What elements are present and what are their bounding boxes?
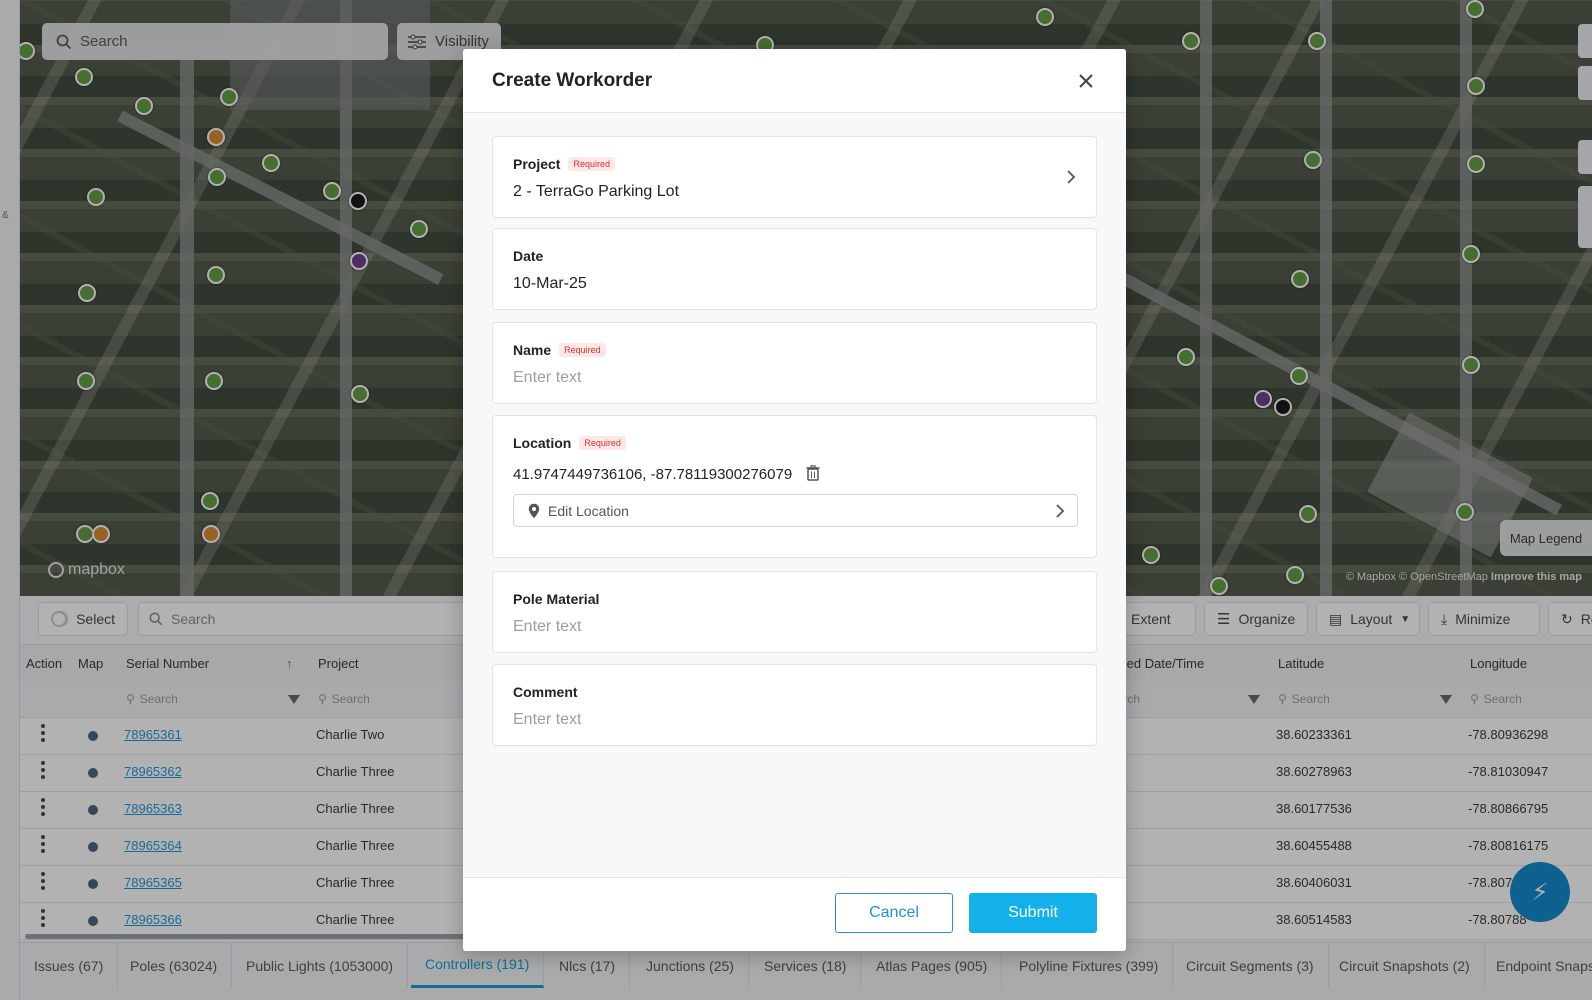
required-badge: Required: [579, 436, 626, 450]
name-input[interactable]: Enter text: [513, 369, 581, 387]
name-label: Name Required: [513, 342, 606, 358]
chevron-right-icon: [1067, 170, 1076, 184]
pole-material-field[interactable]: Pole Material Enter text: [492, 571, 1097, 653]
create-workorder-dialog: Create Workorder Project Required 2 - Te…: [463, 49, 1126, 951]
edit-location-button[interactable]: Edit Location: [513, 494, 1078, 527]
dialog-footer: Cancel Submit: [463, 877, 1126, 951]
date-field[interactable]: Date 10-Mar-25: [492, 228, 1097, 310]
date-label: Date: [513, 248, 544, 264]
date-value[interactable]: 10-Mar-25: [513, 275, 587, 293]
dialog-header: Create Workorder: [463, 49, 1126, 113]
location-value: 41.9747449736106, -87.78119300276079: [513, 465, 820, 483]
close-button[interactable]: [1074, 69, 1098, 93]
cancel-button[interactable]: Cancel: [835, 893, 953, 933]
location-field: Location Required 41.9747449736106, -87.…: [492, 415, 1097, 558]
name-label-text: Name: [513, 342, 552, 358]
project-value: 2 - TerraGo Parking Lot: [513, 183, 680, 200]
chevron-right-icon: [1056, 504, 1065, 518]
trash-icon[interactable]: [806, 465, 820, 481]
comment-input[interactable]: Enter text: [513, 711, 581, 729]
close-icon: [1079, 73, 1093, 88]
edit-location-label: Edit Location: [548, 502, 629, 519]
dialog-title: Create Workorder: [492, 69, 653, 91]
comment-label: Comment: [513, 684, 578, 700]
pole-material-input[interactable]: Enter text: [513, 618, 581, 636]
submit-button[interactable]: Submit: [969, 893, 1097, 933]
comment-field[interactable]: Comment Enter text: [492, 664, 1097, 746]
location-pin-icon: [528, 503, 540, 518]
project-field[interactable]: Project Required 2 - TerraGo Parking Lot: [492, 136, 1097, 218]
location-label-text: Location: [513, 435, 572, 451]
project-label: Project Required: [513, 156, 615, 172]
required-badge: Required: [559, 343, 606, 357]
project-label-text: Project: [513, 156, 561, 172]
location-coordinates: 41.9747449736106, -87.78119300276079: [513, 466, 793, 483]
location-label: Location Required: [513, 435, 626, 451]
name-field[interactable]: Name Required Enter text: [492, 322, 1097, 404]
pole-material-label: Pole Material: [513, 591, 600, 607]
required-badge: Required: [568, 157, 615, 171]
